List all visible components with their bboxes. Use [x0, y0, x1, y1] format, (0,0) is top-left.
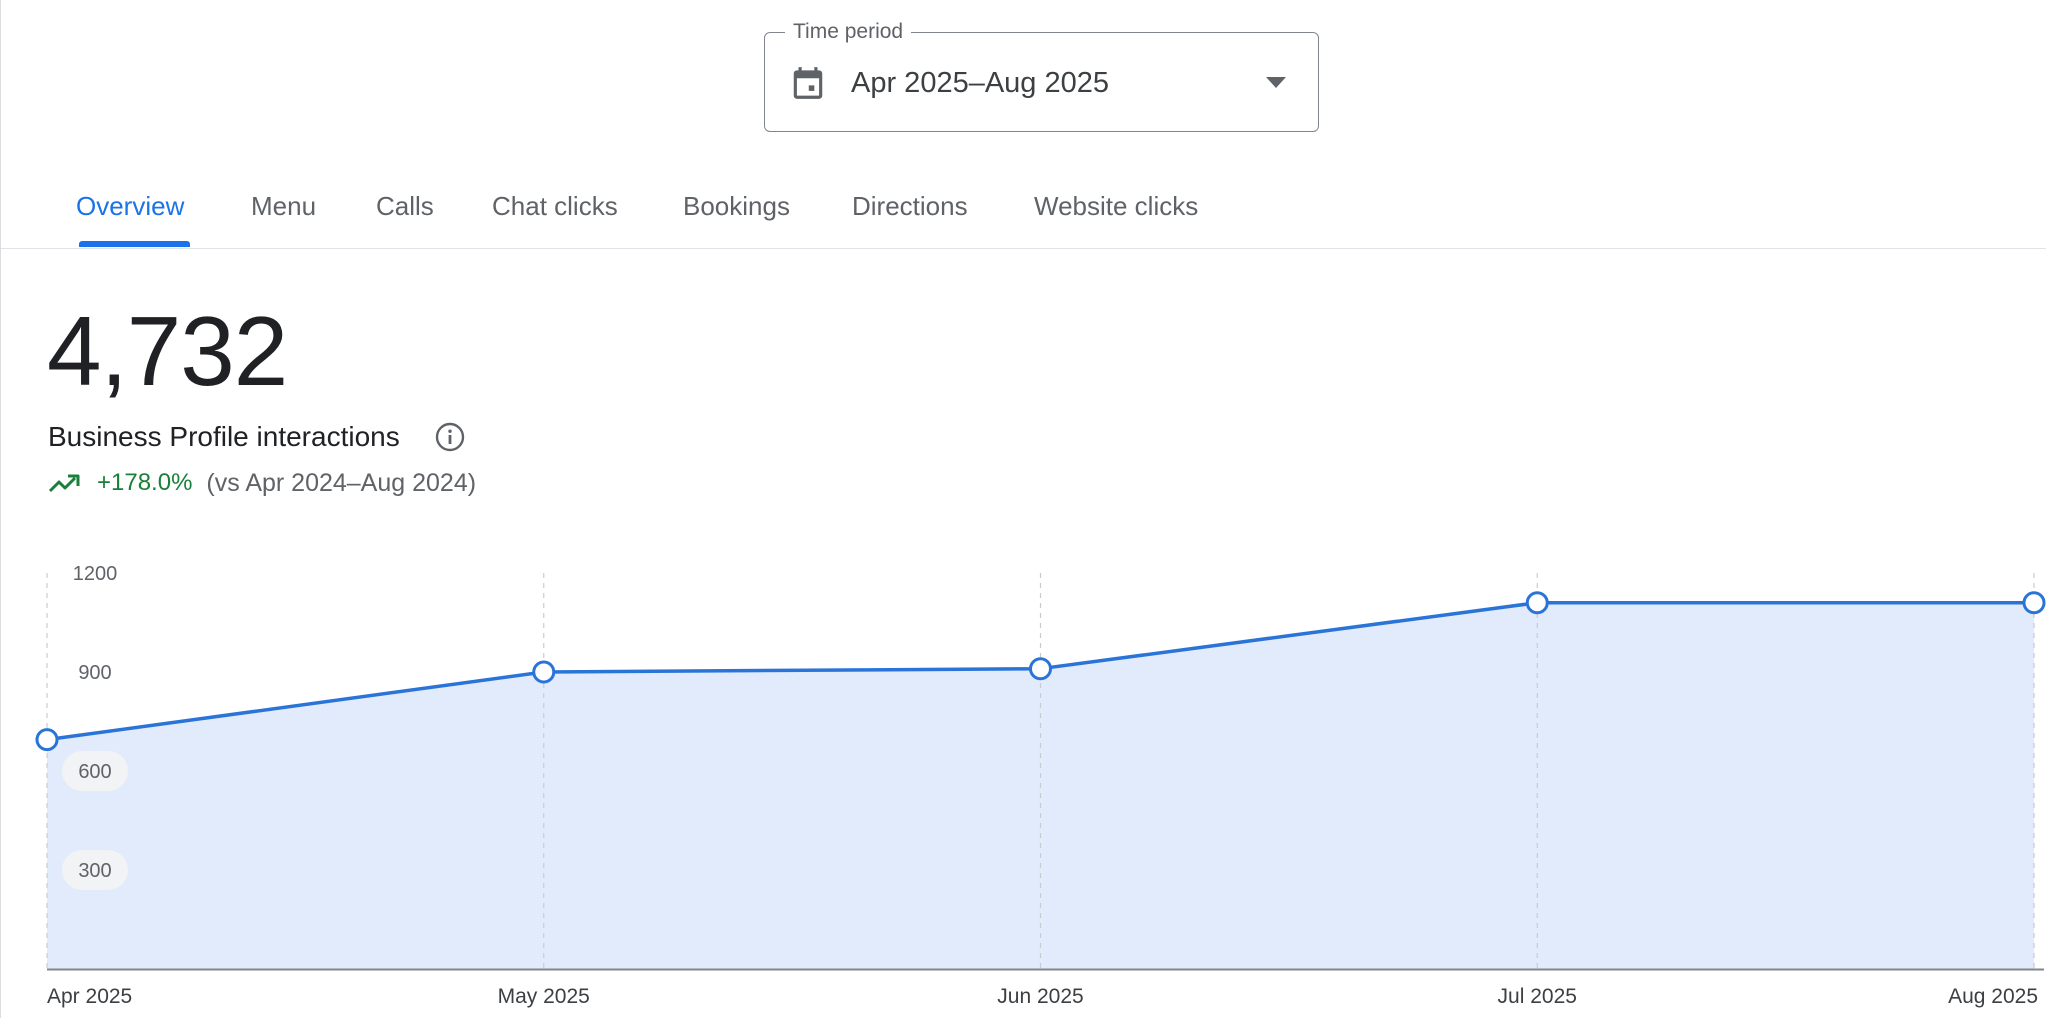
xtick-label: Jul 2025 [1498, 985, 1577, 1008]
chart-data-point[interactable] [2022, 591, 2046, 615]
trend-comparison: (vs Apr 2024–Aug 2024) [206, 468, 477, 497]
chart-svg: 300 600 900 1200 Apr 2025 May 2025 Jun 2025 Jul… [35, 563, 2046, 1008]
chart-data-point[interactable] [1525, 591, 1549, 615]
ytick-label: 900 [78, 662, 111, 684]
xtick-label: Jun 2025 [997, 985, 1083, 1008]
time-period-label: Time period [785, 20, 912, 44]
tab-directions[interactable]: Directions [852, 190, 968, 222]
time-period-select[interactable]: Time period Apr 2025–Aug 2025 [764, 20, 1319, 132]
xtick-label: Aug 2025 [1948, 985, 2038, 1008]
chart-data-point[interactable] [532, 660, 556, 684]
tab-overview[interactable]: Overview [76, 190, 184, 222]
info-icon[interactable] [434, 421, 466, 453]
ytick-label: 1200 [73, 563, 118, 585]
chevron-down-icon [1266, 77, 1286, 88]
time-period-value: Apr 2025–Aug 2025 [851, 67, 1109, 99]
trending-up-icon [48, 474, 80, 493]
tab-chat-clicks[interactable]: Chat clicks [492, 190, 618, 222]
performance-page: Time period Apr 2025–Aug 2025 Overview M… [0, 0, 2046, 1018]
xtick-label: May 2025 [498, 985, 590, 1008]
interactions-chart: 300 600 900 1200 Apr 2025 May 2025 Jun 2025 Jul… [1, 550, 2046, 1018]
tab-bookings[interactable]: Bookings [683, 190, 790, 222]
xtick-label: Apr 2025 [47, 985, 132, 1008]
metric-label: Business Profile interactions [48, 421, 400, 452]
chart-data-point[interactable] [1029, 657, 1052, 681]
metric-value: 4,732 [47, 296, 288, 406]
trend-percentage: +178.0% [97, 469, 193, 496]
ytick-label: 300 [78, 860, 111, 882]
tab-menu[interactable]: Menu [251, 190, 316, 222]
chart-data-point[interactable] [35, 728, 59, 752]
tab-calls[interactable]: Calls [376, 190, 434, 222]
tab-website-clicks[interactable]: Website clicks [1034, 190, 1198, 222]
ytick-label: 600 [78, 761, 111, 783]
calendar-icon [793, 67, 823, 99]
metric-tabs: Overview Menu Calls Chat clicks Bookings… [1, 168, 2046, 249]
trend-row: +178.0% (vs Apr 2024–Aug 2024) [48, 466, 476, 500]
active-tab-indicator [79, 241, 190, 247]
